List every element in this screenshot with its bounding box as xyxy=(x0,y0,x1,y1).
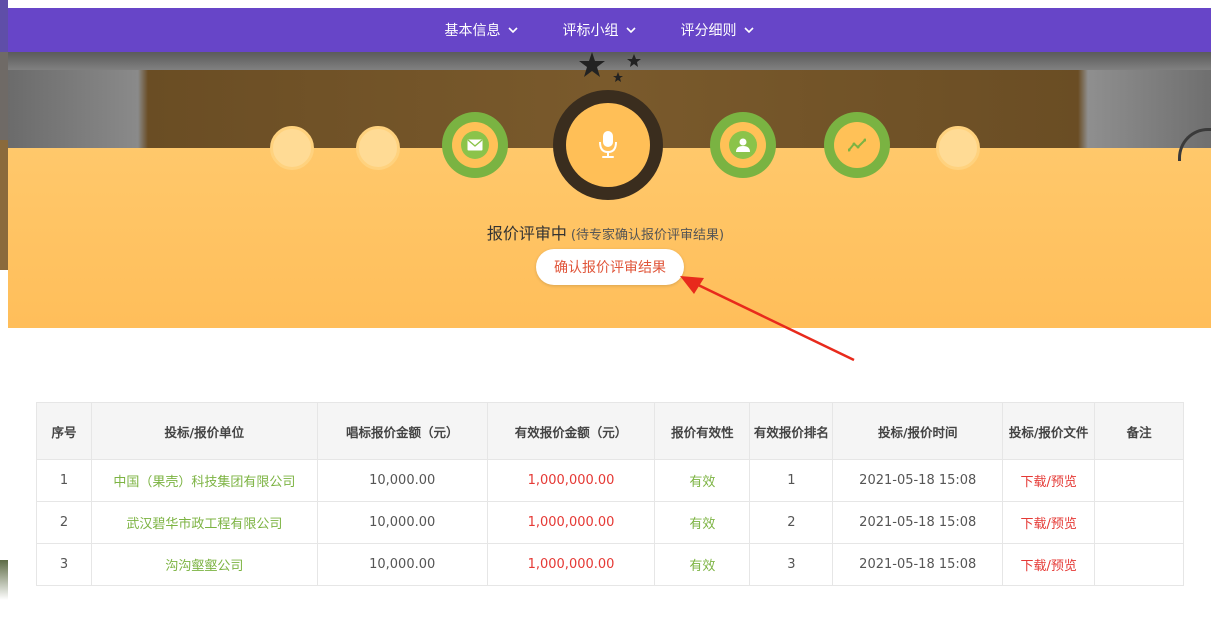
header-valid-amount: 有效报价金额（元） xyxy=(486,402,656,460)
cell-bid: 10,000.00 xyxy=(316,501,488,544)
header-company: 投标/报价单位 xyxy=(90,402,318,460)
nav-item-label: 基本信息 xyxy=(444,23,501,39)
cell-time: 2021-05-18 15:08 xyxy=(832,459,1004,502)
cell-valid-amount: 1,000,000.00 xyxy=(486,501,656,544)
cell-time: 2021-05-18 15:08 xyxy=(832,543,1004,586)
header-file: 投标/报价文件 xyxy=(1002,402,1096,460)
header-no: 序号 xyxy=(36,402,92,460)
table-row: 2 武汉碧华市政工程有限公司 10,000.00 1,000,000.00 有效… xyxy=(36,501,1184,544)
user-icon xyxy=(736,138,750,152)
bid-table: 序号 投标/报价单位 唱标报价金额（元） 有效报价金额（元） 报价有效性 有效报… xyxy=(36,402,1184,586)
step-mail[interactable] xyxy=(442,112,508,178)
header-rank: 有效报价排名 xyxy=(749,402,834,460)
nav-item-label: 评标小组 xyxy=(562,23,619,39)
chevron-down-icon xyxy=(507,27,518,34)
step-user[interactable] xyxy=(710,112,776,178)
red-arrow-annotation xyxy=(680,276,855,362)
cell-validity: 有效 xyxy=(654,459,751,502)
status-subtitle: (待专家确认报价评审结果) xyxy=(570,228,725,243)
cell-note xyxy=(1094,459,1184,502)
top-nav-bar: 基本信息 评标小组 评分细则 xyxy=(8,8,1211,52)
cell-valid-amount: 1,000,000.00 xyxy=(486,543,656,586)
cell-validity: 有效 xyxy=(654,501,751,544)
cell-note xyxy=(1094,543,1184,586)
cell-rank: 3 xyxy=(749,543,834,586)
cell-no: 1 xyxy=(36,459,92,502)
mic-icon xyxy=(599,131,617,158)
step-inner xyxy=(720,122,766,168)
cell-no: 3 xyxy=(36,543,92,586)
cell-company: 中国（果壳）科技集团有限公司 xyxy=(90,459,318,502)
step-inner xyxy=(566,103,650,187)
cell-validity: 有效 xyxy=(654,543,751,586)
cell-no: 2 xyxy=(36,501,92,544)
status-line: 报价评审中 (待专家确认报价评审结果) xyxy=(0,220,1211,244)
table-row: 1 中国（果壳）科技集团有限公司 10,000.00 1,000,000.00 … xyxy=(36,459,1184,502)
nav-item-evaluation-group[interactable]: 评标小组 xyxy=(563,20,637,40)
cell-note xyxy=(1094,501,1184,544)
header-note: 备注 xyxy=(1094,402,1184,460)
step-glyph xyxy=(461,131,489,159)
step-dot-1 xyxy=(270,126,314,170)
step-current[interactable] xyxy=(553,90,663,200)
stars-decoration xyxy=(578,50,648,90)
download-preview-link[interactable]: 下载/预览 xyxy=(1002,501,1096,544)
nav-item-scoring-rules[interactable]: 评分细则 xyxy=(681,20,755,40)
status-title: 报价评审中 xyxy=(486,224,567,243)
table-header-row: 序号 投标/报价单位 唱标报价金额（元） 有效报价金额（元） 报价有效性 有效报… xyxy=(36,402,1184,460)
step-dot-2 xyxy=(356,126,400,170)
cell-bid: 10,000.00 xyxy=(316,459,488,502)
table-row: 3 沟沟壑壑公司 10,000.00 1,000,000.00 有效 3 202… xyxy=(36,543,1184,586)
nav-menu: 基本信息 评标小组 评分细则 xyxy=(445,20,755,40)
cell-time: 2021-05-18 15:08 xyxy=(832,501,1004,544)
cell-rank: 1 xyxy=(749,459,834,502)
chevron-down-icon xyxy=(625,27,636,34)
confirm-result-button[interactable]: 确认报价评审结果 xyxy=(536,249,684,285)
step-chart[interactable] xyxy=(824,112,890,178)
header-time: 投标/报价时间 xyxy=(832,402,1004,460)
cell-company: 沟沟壑壑公司 xyxy=(90,543,318,586)
download-preview-link[interactable]: 下载/预览 xyxy=(1002,459,1096,502)
step-inner xyxy=(452,122,498,168)
step-glyph xyxy=(729,131,757,159)
step-dot-3 xyxy=(936,126,980,170)
download-preview-link[interactable]: 下载/预览 xyxy=(1002,543,1096,586)
cell-valid-amount: 1,000,000.00 xyxy=(486,459,656,502)
cell-company: 武汉碧华市政工程有限公司 xyxy=(90,501,318,544)
cell-rank: 2 xyxy=(749,501,834,544)
header-bid: 唱标报价金额（元） xyxy=(316,402,488,460)
mail-icon xyxy=(467,139,483,151)
chart-icon xyxy=(848,138,866,152)
step-inner xyxy=(834,122,880,168)
nav-item-basic-info[interactable]: 基本信息 xyxy=(445,20,519,40)
header-validity: 报价有效性 xyxy=(654,402,751,460)
nav-item-label: 评分细则 xyxy=(680,23,737,39)
cell-bid: 10,000.00 xyxy=(316,543,488,586)
left-edge-strip xyxy=(0,0,8,632)
chevron-down-icon xyxy=(743,27,754,34)
